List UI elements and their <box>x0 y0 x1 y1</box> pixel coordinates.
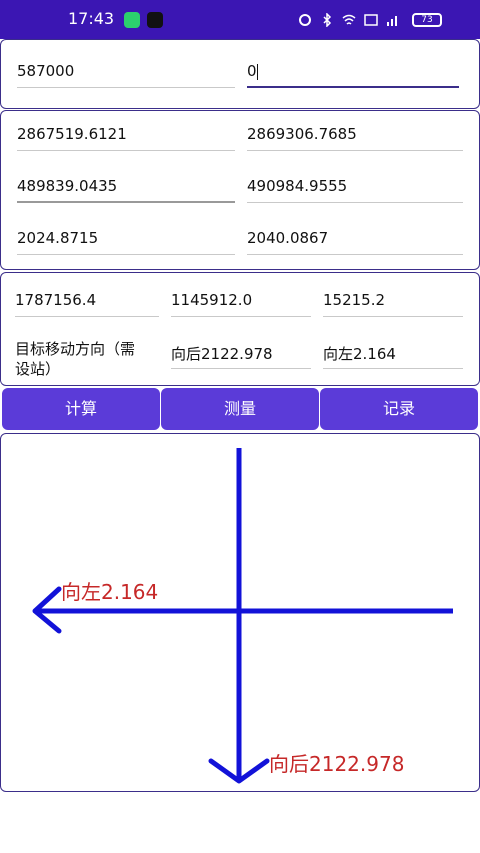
coord-value: 489839.0435 <box>17 177 118 195</box>
battery-level: 73 <box>421 15 433 25</box>
wifi-icon <box>342 14 356 25</box>
result-value: 1145912.0 <box>171 291 253 309</box>
coord-field-row3-left[interactable]: 2024.8715 <box>17 229 235 255</box>
action-buttons: 计算 测量 记录 <box>0 388 480 430</box>
status-icons <box>298 13 400 27</box>
measure-button[interactable]: 测量 <box>161 388 319 430</box>
direction-label-line1: 目标移动方向（需 <box>15 340 136 358</box>
coord-value: 2024.8715 <box>17 229 99 247</box>
left-caption: 向左2.164 <box>61 580 158 604</box>
tiktok-app-icon <box>147 12 163 28</box>
back-caption: 向后2122.978 <box>269 752 404 776</box>
coordinates-panel: 2867519.6121 2869306.7685 489839.0435 49… <box>0 110 480 270</box>
left-direction-field[interactable]: 向左2.164 <box>323 343 463 369</box>
coord-value: 2040.0867 <box>247 229 329 247</box>
status-bar: 17:43 73 <box>0 0 480 39</box>
value-input-left[interactable]: 587000 <box>17 62 235 88</box>
calculate-button[interactable]: 计算 <box>2 388 160 430</box>
result-value: 1787156.4 <box>15 291 97 309</box>
result-value: 15215.2 <box>323 291 386 309</box>
back-value: 向后2122.978 <box>171 345 273 363</box>
status-time: 17:43 <box>68 9 115 28</box>
coord-value: 2869306.7685 <box>247 125 357 143</box>
coord-field-row2-right[interactable]: 490984.9555 <box>247 177 463 203</box>
back-direction-field[interactable]: 向后2122.978 <box>171 343 311 369</box>
direction-canvas: 向左2.164 向后2122.978 <box>0 433 480 792</box>
coord-field-row2-left[interactable]: 489839.0435 <box>17 177 235 203</box>
value-input-left-text: 587000 <box>17 62 75 80</box>
hd-icon <box>364 14 378 26</box>
direction-label: 目标移动方向（需 设站） <box>15 339 165 379</box>
result-field-1[interactable]: 1787156.4 <box>15 291 159 317</box>
results-panel: 1787156.4 1145912.0 15215.2 目标移动方向（需 设站）… <box>0 272 480 386</box>
coord-field-row1-right[interactable]: 2869306.7685 <box>247 125 463 151</box>
record-button[interactable]: 记录 <box>320 388 478 430</box>
result-field-2[interactable]: 1145912.0 <box>171 291 311 317</box>
battery-icon: 73 <box>412 13 442 27</box>
result-field-3[interactable]: 15215.2 <box>323 291 463 317</box>
direction-diagram: 向左2.164 向后2122.978 <box>32 448 453 784</box>
alarm-icon <box>299 14 311 26</box>
coord-value: 2867519.6121 <box>17 125 127 143</box>
signal-icon <box>387 16 397 26</box>
left-value: 向左2.164 <box>323 345 396 363</box>
bluetooth-icon <box>323 13 332 27</box>
coord-value: 490984.9555 <box>247 177 348 195</box>
value-input-right-text: 0 <box>247 62 257 80</box>
input-panel: 587000 0 <box>0 39 480 109</box>
coord-field-row1-left[interactable]: 2867519.6121 <box>17 125 235 151</box>
direction-label-line2: 设站） <box>15 360 61 378</box>
coord-field-row3-right[interactable]: 2040.0867 <box>247 229 463 255</box>
value-input-right[interactable]: 0 <box>247 62 459 88</box>
phone-app-icon <box>124 12 140 28</box>
